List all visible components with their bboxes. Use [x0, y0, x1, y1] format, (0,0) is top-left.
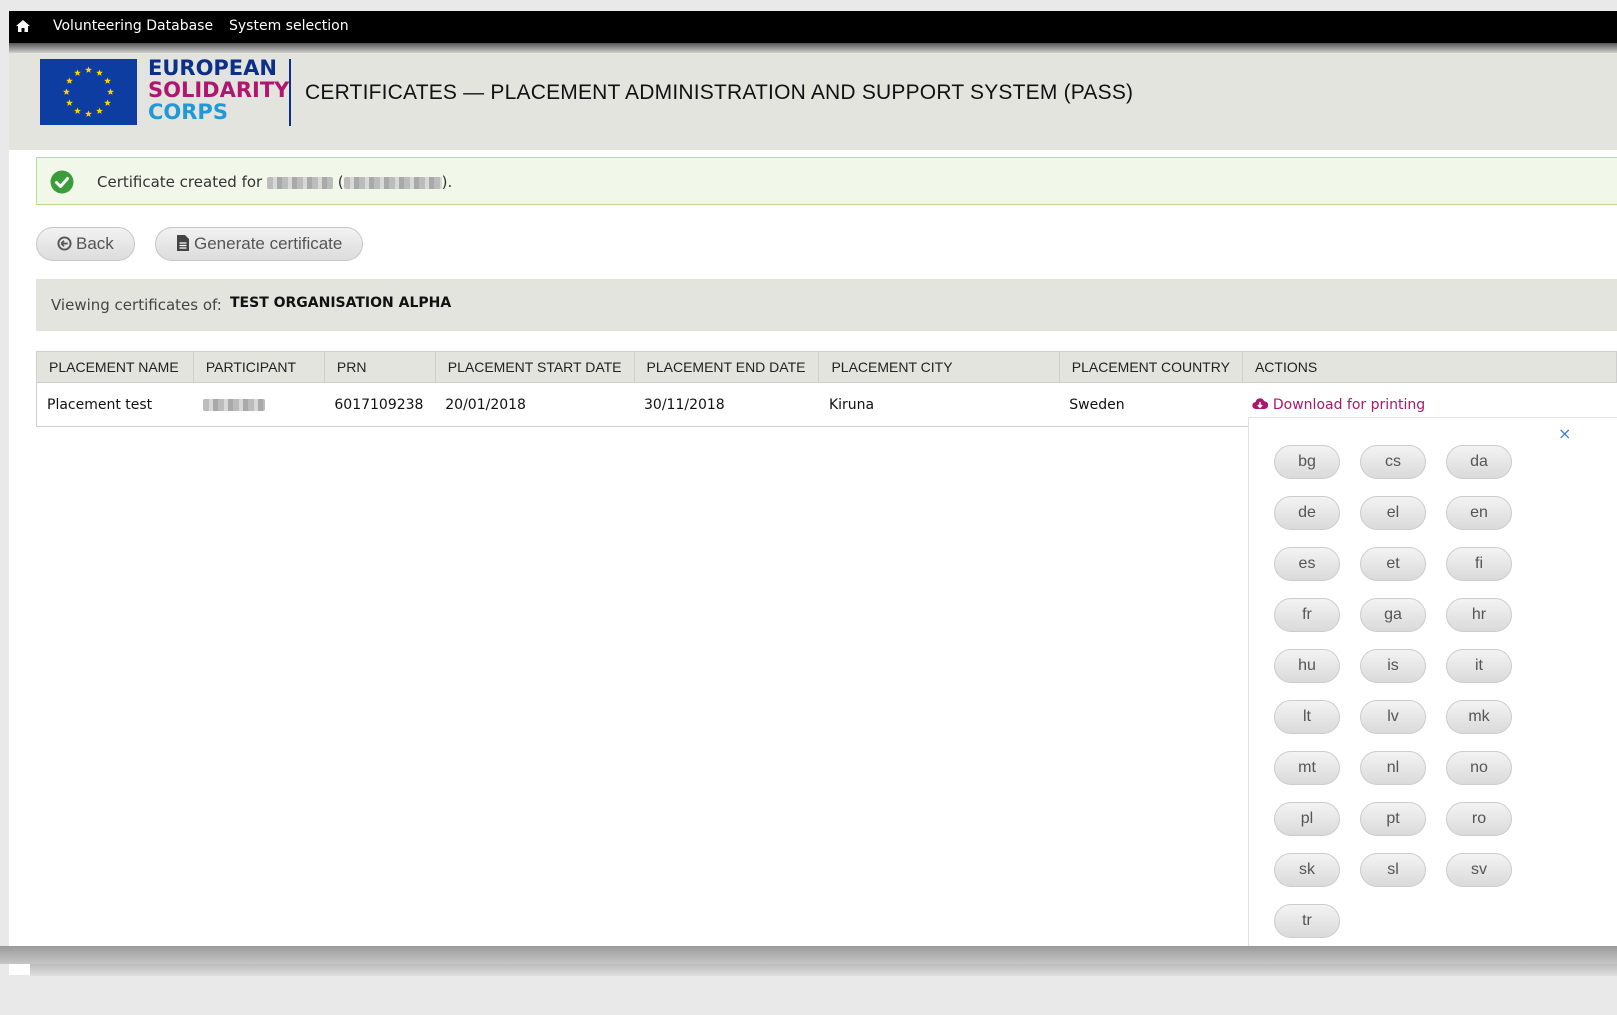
redacted-participant-id: [343, 176, 442, 189]
horizontal-scrollbar-track: [30, 964, 1617, 976]
cell-participant: [193, 382, 325, 427]
generate-certificate-button[interactable]: Generate certificate: [155, 227, 364, 261]
col-placement-start-date[interactable]: PLACEMENT START DATE: [434, 351, 635, 383]
viewing-label: Viewing certificates of:: [51, 296, 222, 314]
language-buttons-grid: bg cs da de el en es et fi fr ga hr hu is it lt lv mk mt nl…: [1274, 445, 1512, 938]
language-button-it[interactable]: it: [1446, 649, 1512, 683]
file-icon: [177, 235, 189, 251]
esc-logo-text: EUROPEAN SOLIDARITY CORPS: [148, 57, 289, 123]
cell-end-date: 30/11/2018: [634, 382, 819, 427]
logo-line-1: EUROPEAN: [148, 56, 277, 80]
language-selector-popover: × bg cs da de el en es et fi fr ga hr hu is it lt lv mk mt…: [1248, 417, 1617, 958]
language-button-pt[interactable]: pt: [1360, 802, 1426, 836]
app-window: Volunteering Database System selection E…: [9, 11, 1617, 975]
language-button-mt[interactable]: mt: [1274, 751, 1340, 785]
col-actions: ACTIONS: [1241, 351, 1617, 383]
eu-flag-logo: [40, 59, 137, 125]
language-button-el[interactable]: el: [1360, 496, 1426, 530]
certificates-table: PLACEMENT NAME PARTICIPANT PRN PLACEMENT…: [36, 351, 1617, 427]
language-button-bg[interactable]: bg: [1274, 445, 1340, 479]
logo-line-3: CORPS: [148, 100, 228, 124]
table-header-row: PLACEMENT NAME PARTICIPANT PRN PLACEMENT…: [36, 351, 1617, 383]
alert-suffix: ).: [441, 173, 453, 191]
col-placement-country[interactable]: PLACEMENT COUNTRY: [1058, 351, 1243, 383]
language-button-sl[interactable]: sl: [1360, 853, 1426, 887]
generate-button-label: Generate certificate: [194, 234, 343, 253]
language-button-sk[interactable]: sk: [1274, 853, 1340, 887]
alert-paren-open: (: [332, 173, 344, 191]
language-button-sv[interactable]: sv: [1446, 853, 1512, 887]
redacted-participant-name: [266, 176, 333, 189]
language-button-de[interactable]: de: [1274, 496, 1340, 530]
language-button-cs[interactable]: cs: [1360, 445, 1426, 479]
col-prn[interactable]: PRN: [323, 351, 436, 383]
arrow-circle-left-icon: [57, 236, 72, 251]
language-button-pl[interactable]: pl: [1274, 802, 1340, 836]
language-button-lv[interactable]: lv: [1360, 700, 1426, 734]
organisation-name: TEST ORGANISATION ALPHA: [230, 295, 452, 311]
language-button-hr[interactable]: hr: [1446, 598, 1512, 632]
language-button-es[interactable]: es: [1274, 547, 1340, 581]
language-button-is[interactable]: is: [1360, 649, 1426, 683]
language-button-no[interactable]: no: [1446, 751, 1512, 785]
nav-link-system-selection[interactable]: System selection: [229, 18, 349, 34]
download-for-printing-link[interactable]: Download for printing: [1252, 397, 1425, 413]
back-button-label: Back: [76, 234, 114, 253]
success-alert: Certificate created for ().: [36, 157, 1617, 205]
page-header: EUROPEAN SOLIDARITY CORPS CERTIFICATES —…: [9, 53, 1617, 150]
language-button-nl[interactable]: nl: [1360, 751, 1426, 785]
language-button-ro[interactable]: ro: [1446, 802, 1512, 836]
logo-line-2: SOLIDARITY: [148, 78, 290, 102]
horizontal-scrollbar[interactable]: [0, 946, 1617, 964]
language-button-fr[interactable]: fr: [1274, 598, 1340, 632]
cell-city: Kiruna: [818, 382, 1060, 427]
header-shadow-band: [9, 43, 1617, 53]
check-circle-icon: [50, 170, 74, 194]
alert-message: Certificate created for ().: [97, 173, 452, 191]
cell-country: Sweden: [1059, 382, 1243, 427]
col-placement-end-date[interactable]: PLACEMENT END DATE: [633, 351, 820, 383]
top-nav-bar: Volunteering Database System selection: [9, 11, 1617, 43]
cell-prn: 6017109238: [324, 382, 436, 427]
language-button-lt[interactable]: lt: [1274, 700, 1340, 734]
nav-link-volunteering-database[interactable]: Volunteering Database: [53, 18, 213, 34]
language-button-da[interactable]: da: [1446, 445, 1512, 479]
cell-placement-name: Placement test: [36, 382, 194, 427]
cloud-download-icon: [1252, 397, 1269, 409]
cell-start-date: 20/01/2018: [435, 382, 635, 427]
col-placement-name[interactable]: PLACEMENT NAME: [36, 351, 194, 383]
alert-prefix: Certificate created for: [97, 173, 267, 191]
language-button-fi[interactable]: fi: [1446, 547, 1512, 581]
language-button-ga[interactable]: ga: [1360, 598, 1426, 632]
language-button-hu[interactable]: hu: [1274, 649, 1340, 683]
language-button-mk[interactable]: mk: [1446, 700, 1512, 734]
language-button-en[interactable]: en: [1446, 496, 1512, 530]
col-participant[interactable]: PARTICIPANT: [192, 351, 325, 383]
close-icon[interactable]: ×: [1558, 424, 1571, 443]
viewing-organisation-bar: Viewing certificates of: TEST ORGANISATI…: [36, 279, 1617, 331]
home-icon[interactable]: [15, 18, 31, 34]
col-placement-city[interactable]: PLACEMENT CITY: [818, 351, 1060, 383]
language-button-et[interactable]: et: [1360, 547, 1426, 581]
logo-divider: [289, 59, 291, 126]
redacted-participant: [203, 398, 266, 411]
page-title: CERTIFICATES — PLACEMENT ADMINISTRATION …: [305, 81, 1134, 104]
download-link-label: Download for printing: [1272, 396, 1426, 413]
back-button[interactable]: Back: [36, 227, 135, 261]
language-button-tr[interactable]: tr: [1274, 904, 1340, 938]
